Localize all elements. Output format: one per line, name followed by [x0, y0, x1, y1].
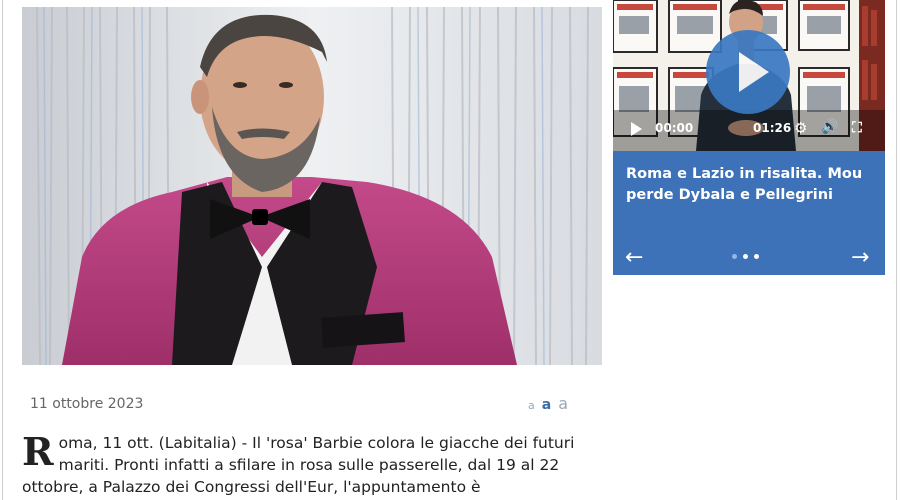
video-title[interactable]: Roma e Lazio in risalita. Mou perde Dyba… — [626, 164, 876, 206]
carousel-dot[interactable] — [732, 254, 737, 259]
play-button[interactable] — [706, 30, 790, 114]
article-date: 11 ottobre 2023 — [30, 396, 144, 412]
control-play-icon[interactable] — [631, 122, 642, 136]
page-border-left — [2, 0, 3, 500]
article-paragraph: oma, 11 ott. (Labitalia) - Il 'rosa' Bar… — [22, 434, 575, 496]
video-time-current: 00:00 — [655, 121, 694, 135]
gear-icon[interactable]: ⚙ — [794, 119, 807, 137]
volume-icon[interactable]: 🔊 — [821, 119, 838, 135]
font-size-medium-button[interactable]: a — [542, 397, 551, 413]
video-controls: 00:00 01:26 ⚙ 🔊 ⛶ — [613, 118, 885, 140]
hero-image — [22, 7, 602, 365]
article-body: R oma, 11 ott. (Labitalia) - Il 'rosa' B… — [22, 432, 597, 498]
video-player[interactable]: 00:00 01:26 ⚙ 🔊 ⛶ — [613, 0, 885, 151]
hero-photo-illustration — [22, 7, 602, 365]
carousel-dot[interactable] — [754, 254, 759, 259]
carousel-dots — [732, 254, 759, 259]
video-time-total: 01:26 — [753, 121, 792, 135]
next-arrow-icon[interactable]: → — [851, 246, 869, 270]
font-size-controls: a a a — [528, 394, 568, 413]
video-widget: 00:00 01:26 ⚙ 🔊 ⛶ Roma e Lazio in risali… — [613, 0, 885, 275]
page-border-right — [896, 0, 897, 500]
font-size-large-button[interactable]: a — [558, 394, 568, 413]
fullscreen-icon[interactable]: ⛶ — [852, 120, 862, 136]
article-dropcap: R — [22, 429, 54, 474]
carousel-dot[interactable] — [743, 254, 748, 259]
prev-arrow-icon[interactable]: ← — [625, 246, 643, 270]
font-size-small-button[interactable]: a — [528, 399, 535, 412]
